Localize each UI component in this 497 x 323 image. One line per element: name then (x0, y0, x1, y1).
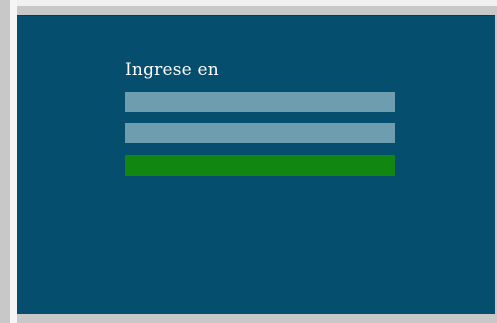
login-submit-button[interactable] (125, 155, 395, 176)
page-frame: Ingrese en (0, 0, 497, 323)
username-field[interactable] (125, 92, 395, 112)
password-field[interactable] (125, 123, 395, 143)
login-title: Ingrese en (125, 60, 219, 80)
login-panel: Ingrese en (17, 15, 495, 314)
left-border (10, 0, 17, 323)
top-strip (17, 0, 497, 6)
